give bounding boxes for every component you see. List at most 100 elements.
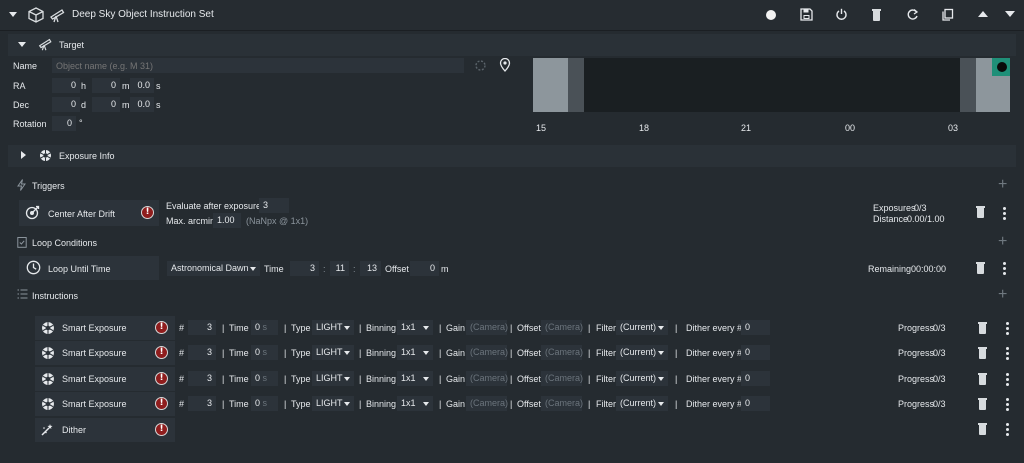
- add-condition-icon[interactable]: +: [998, 234, 1007, 250]
- filter-select[interactable]: (Current): [616, 371, 668, 386]
- clock-icon: [26, 260, 41, 275]
- offset-input[interactable]: 0: [410, 261, 439, 276]
- delete-icon[interactable]: [978, 373, 987, 385]
- delete-icon[interactable]: [976, 206, 985, 218]
- ra-seconds-input[interactable]: 0.0: [130, 78, 154, 93]
- object-name-input[interactable]: [52, 58, 464, 73]
- dither-every-input[interactable]: 0: [741, 396, 770, 411]
- offset-input[interactable]: (Camera): [541, 345, 583, 360]
- gain-label: Gain: [446, 323, 466, 333]
- more-options-icon[interactable]: [1006, 347, 1009, 362]
- offset-input[interactable]: (Camera): [541, 320, 583, 335]
- offset-label: Offset: [517, 323, 541, 333]
- separator: |: [359, 399, 362, 409]
- exposure-time-input[interactable]: 0 s: [251, 320, 278, 335]
- binning-select[interactable]: 1x1: [397, 345, 433, 360]
- binning-select[interactable]: 1x1: [397, 371, 433, 386]
- move-down-icon[interactable]: [1005, 11, 1015, 17]
- delete-icon[interactable]: [976, 262, 985, 274]
- power-icon[interactable]: [835, 8, 848, 21]
- dither-every-input[interactable]: 0: [741, 345, 770, 360]
- collapse-arrow-icon[interactable]: [9, 12, 17, 17]
- seconds-input[interactable]: 13: [360, 261, 381, 276]
- gain-input[interactable]: (Camera): [466, 345, 508, 360]
- separator: |: [588, 399, 591, 409]
- dec-degrees-input[interactable]: 0: [52, 97, 80, 112]
- collapsed-arrow-icon[interactable]: [21, 151, 26, 159]
- warning-icon[interactable]: !: [155, 346, 168, 359]
- delete-icon[interactable]: [978, 423, 987, 435]
- offset-input[interactable]: (Camera): [541, 371, 583, 386]
- minutes-input[interactable]: 11: [330, 261, 349, 276]
- time-source-select[interactable]: Astronomical Dawn: [167, 261, 260, 276]
- dec-minutes-input[interactable]: 0: [92, 97, 120, 112]
- filter-label: Filter: [596, 374, 616, 384]
- gain-input[interactable]: (Camera): [466, 396, 508, 411]
- add-trigger-icon[interactable]: +: [998, 177, 1007, 193]
- separator: |: [222, 399, 225, 409]
- exposure-count-input[interactable]: 3: [188, 345, 216, 360]
- triggers-section-label: Triggers: [32, 181, 65, 191]
- gain-input[interactable]: (Camera): [466, 320, 508, 335]
- rotation-input[interactable]: 0: [52, 116, 76, 131]
- warning-icon[interactable]: !: [141, 206, 154, 219]
- filter-select[interactable]: (Current): [616, 345, 668, 360]
- dither-label: Dither every #: [686, 323, 743, 333]
- separator: |: [284, 323, 287, 333]
- warning-icon[interactable]: !: [155, 423, 168, 436]
- image-type-select[interactable]: LIGHT: [312, 320, 354, 335]
- exposure-count-input[interactable]: 3: [188, 396, 216, 411]
- record-icon[interactable]: [766, 10, 776, 20]
- more-options-icon[interactable]: [1003, 207, 1006, 222]
- ra-minutes-input[interactable]: 0: [92, 78, 120, 93]
- more-options-icon[interactable]: [1006, 373, 1009, 388]
- hours-input[interactable]: 3: [290, 261, 319, 276]
- exposure-time-input[interactable]: 0 s: [251, 396, 278, 411]
- delete-icon[interactable]: [978, 322, 987, 334]
- image-type-select[interactable]: LIGHT: [312, 345, 354, 360]
- exposure-time-input[interactable]: 0 s: [251, 345, 278, 360]
- chart-tick-label: 21: [741, 123, 752, 133]
- dither-every-input[interactable]: 0: [741, 371, 770, 386]
- dither-every-input[interactable]: 0: [741, 320, 770, 335]
- warning-icon[interactable]: !: [155, 321, 168, 334]
- exposure-info-header[interactable]: [8, 145, 1016, 167]
- binning-select[interactable]: 1x1: [397, 320, 433, 335]
- copy-icon[interactable]: [941, 8, 954, 21]
- chart-tick-label: 18: [639, 123, 650, 133]
- more-options-icon[interactable]: [1006, 423, 1009, 438]
- filter-select[interactable]: (Current): [616, 320, 668, 335]
- add-instruction-icon[interactable]: +: [998, 287, 1007, 303]
- binning-select[interactable]: 1x1: [397, 396, 433, 411]
- delete-icon[interactable]: [978, 347, 987, 359]
- evaluate-after-input[interactable]: 3: [259, 198, 289, 213]
- move-up-icon[interactable]: [978, 11, 988, 17]
- target-section-header[interactable]: [8, 34, 1016, 56]
- exposure-count-input[interactable]: 3: [188, 371, 216, 386]
- exposure-time-input[interactable]: 0 s: [251, 371, 278, 386]
- delete-icon[interactable]: [872, 9, 881, 21]
- image-type-select[interactable]: LIGHT: [312, 396, 354, 411]
- exposure-count-input[interactable]: 3: [188, 320, 216, 335]
- progress-label: Progress: [898, 348, 935, 358]
- dec-seconds-input[interactable]: 0.0: [130, 97, 154, 112]
- gain-input[interactable]: (Camera): [466, 371, 508, 386]
- offset-input[interactable]: (Camera): [541, 396, 583, 411]
- expanded-arrow-icon[interactable]: [18, 42, 26, 47]
- delete-icon[interactable]: [978, 398, 987, 410]
- filter-select[interactable]: (Current): [616, 396, 668, 411]
- reset-icon[interactable]: [906, 8, 919, 21]
- warning-icon[interactable]: !: [155, 397, 168, 410]
- location-pin-icon[interactable]: [499, 58, 511, 72]
- ra-hours-input[interactable]: 0: [52, 78, 80, 93]
- separator: |: [284, 399, 287, 409]
- max-arcmin-label: Max. arcmin: [166, 216, 216, 226]
- save-icon[interactable]: [800, 8, 813, 21]
- instructions-section-label: Instructions: [32, 291, 79, 301]
- more-options-icon[interactable]: [1006, 322, 1009, 337]
- more-options-icon[interactable]: [1003, 262, 1006, 277]
- more-options-icon[interactable]: [1006, 398, 1009, 413]
- warning-icon[interactable]: !: [155, 372, 168, 385]
- max-arcmin-input[interactable]: 1.00: [213, 213, 241, 228]
- image-type-select[interactable]: LIGHT: [312, 371, 354, 386]
